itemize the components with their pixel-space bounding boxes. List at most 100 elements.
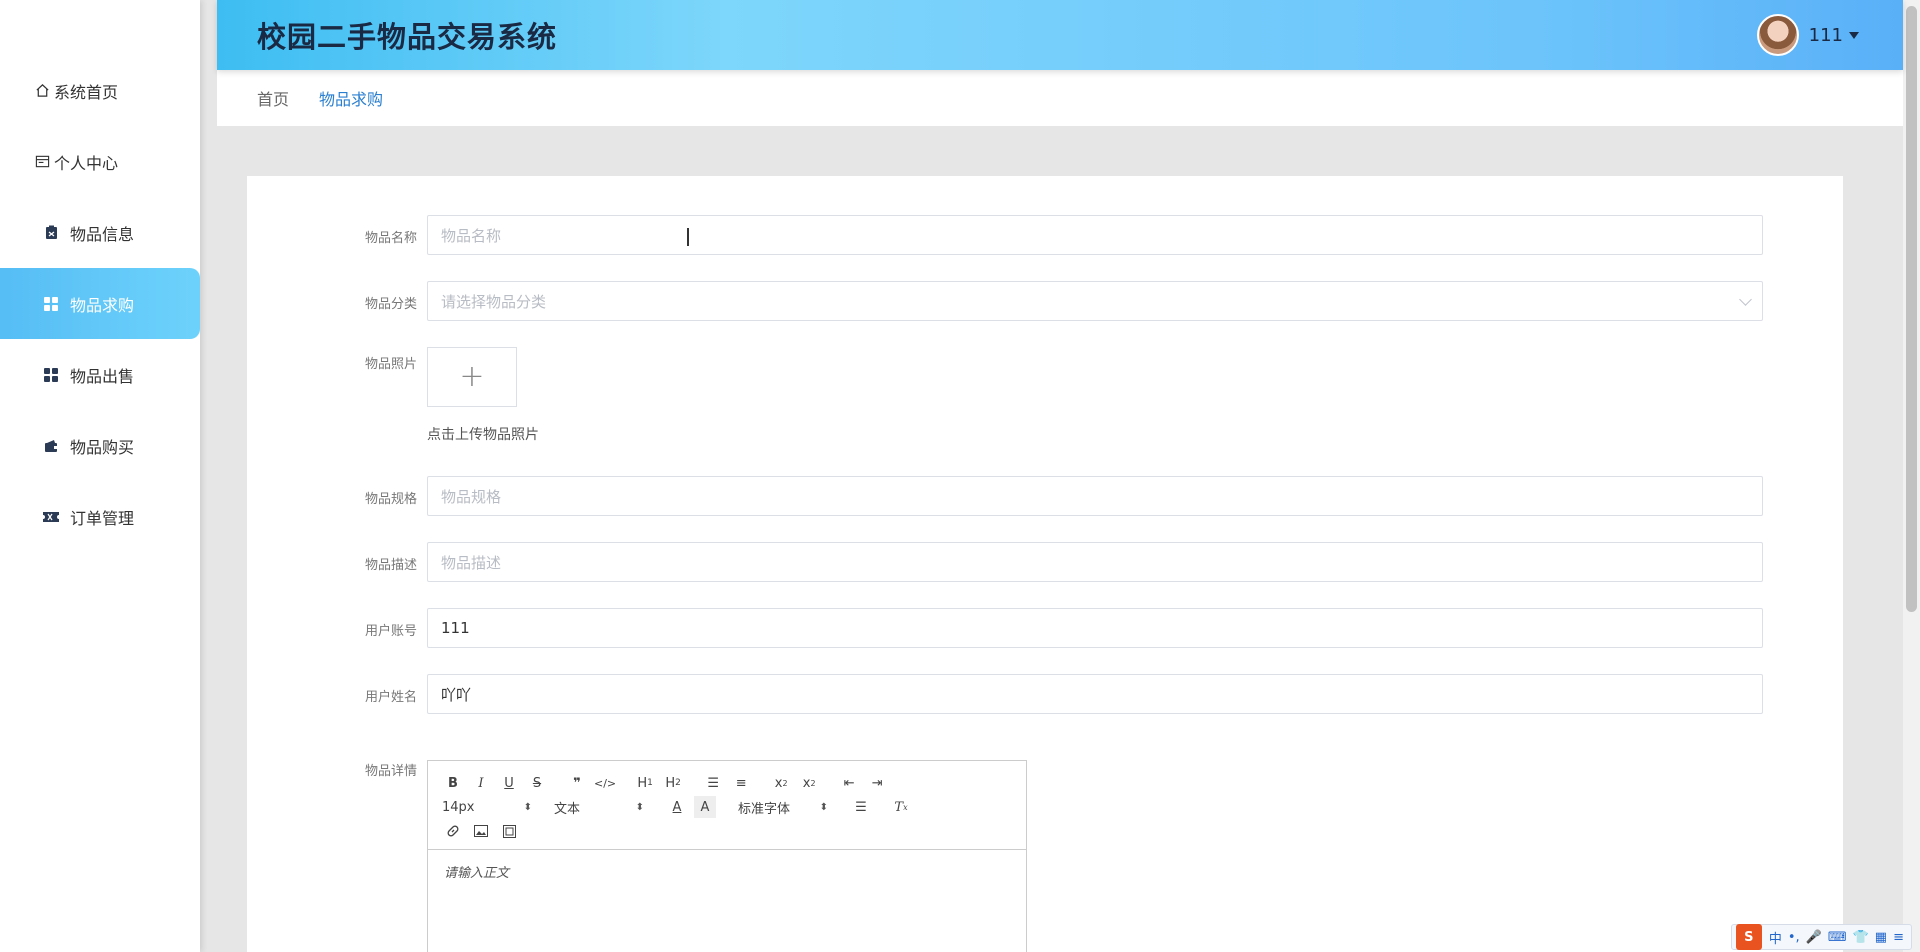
toolbox-icon[interactable]: ▦ xyxy=(1875,930,1887,945)
background-color-icon[interactable]: A xyxy=(694,796,716,818)
photo-upload-button[interactable]: + xyxy=(427,347,517,407)
sidebar: 系统首页 个人中心 物品信息 物品求购 物品出售 物品购买 订单管理 xyxy=(0,0,200,952)
input-value: 吖吖 xyxy=(441,685,472,704)
field-label: 用户姓名 xyxy=(364,690,417,705)
sidebar-item-label: 个人中心 xyxy=(54,153,119,173)
breadcrumb-current: 物品求购 xyxy=(319,90,384,109)
font-size-value: 14px xyxy=(442,799,475,815)
skin-icon[interactable]: 👕 xyxy=(1853,930,1869,945)
editor-content[interactable]: 请输入正文 xyxy=(428,850,1026,893)
italic-icon[interactable]: I xyxy=(470,772,492,794)
item-desc-input[interactable]: 物品描述 xyxy=(427,542,1763,582)
header-type-select[interactable]: 文本 ⬍ xyxy=(554,798,644,817)
clear-format-icon[interactable]: Tx xyxy=(890,796,912,818)
image-icon[interactable] xyxy=(470,820,492,842)
user-account-input[interactable]: 111 xyxy=(427,608,1763,648)
updown-arrow-icon: ⬍ xyxy=(635,801,644,813)
underline-icon[interactable]: U xyxy=(498,772,520,794)
user-name[interactable]: 111 xyxy=(1809,25,1843,46)
subscript-icon[interactable]: x2 xyxy=(770,772,792,794)
clipboard-icon xyxy=(43,225,59,241)
field-label: 物品描述 xyxy=(364,558,417,573)
updown-arrow-icon: ⬍ xyxy=(819,801,828,813)
keyboard-icon[interactable]: ⌨ xyxy=(1828,930,1847,945)
header-2-icon[interactable]: H2 xyxy=(662,772,684,794)
grid-icon xyxy=(43,296,59,312)
align-icon[interactable]: ☰ xyxy=(850,796,872,818)
header-1-icon[interactable]: H1 xyxy=(634,772,656,794)
scrollbar-thumb[interactable] xyxy=(1906,6,1917,612)
top-header: 校园二手物品交易系统 111 xyxy=(217,0,1903,70)
field-label: 物品规格 xyxy=(364,492,417,507)
field-label: 用户账号 xyxy=(364,624,417,639)
input-value: 111 xyxy=(441,619,470,637)
placeholder-text: 物品描述 xyxy=(441,553,502,572)
ime-toolbar[interactable]: S 中 •, 🎤 ⌨ 👕 ▦ ≡ xyxy=(1730,924,1912,950)
ordered-list-icon[interactable]: ☰ xyxy=(702,772,724,794)
wallet-icon xyxy=(43,438,59,454)
breadcrumb-home[interactable]: 首页 xyxy=(257,86,289,110)
editor-toolbar: B I U S ❞ </> H1 H2 ☰ ≡ x2 x2 ⇤ ⇥ 14px ⬍ xyxy=(428,761,1026,850)
avatar[interactable] xyxy=(1756,14,1799,56)
sidebar-item-label: 物品信息 xyxy=(70,224,135,244)
ime-mode[interactable]: 中 xyxy=(1769,928,1782,947)
sidebar-item-label: 物品求购 xyxy=(70,295,135,315)
sidebar-item-home[interactable]: 系统首页 xyxy=(0,55,200,126)
field-label: 物品名称 xyxy=(364,231,417,246)
sidebar-item-profile[interactable]: 个人中心 xyxy=(0,126,200,197)
text-type-value: 文本 xyxy=(554,801,581,817)
bold-icon[interactable]: B xyxy=(442,772,464,794)
font-family-select[interactable]: 标准字体 ⬍ xyxy=(738,798,828,817)
profile-card-icon xyxy=(34,154,50,170)
font-family-value: 标准字体 xyxy=(738,801,791,817)
sidebar-item-item-info[interactable]: 物品信息 xyxy=(0,197,200,268)
upload-tip: 点击上传物品照片 xyxy=(427,427,539,443)
outdent-icon[interactable]: ⇤ xyxy=(838,772,860,794)
item-name-input[interactable]: 物品名称 xyxy=(427,215,1763,255)
code-block-icon[interactable]: </> xyxy=(594,772,616,794)
user-menu[interactable]: 111 xyxy=(1756,14,1859,56)
user-name-input[interactable]: 吖吖 xyxy=(427,674,1763,714)
microphone-icon[interactable]: 🎤 xyxy=(1806,930,1822,945)
sidebar-item-label: 订单管理 xyxy=(70,508,135,528)
scrollbar[interactable] xyxy=(1903,0,1920,952)
field-label: 物品分类 xyxy=(364,297,417,312)
placeholder-text: 物品名称 xyxy=(441,226,502,245)
text-cursor-icon xyxy=(687,228,689,246)
sidebar-item-sell[interactable]: 物品出售 xyxy=(0,339,200,410)
video-icon[interactable] xyxy=(498,820,520,842)
sogou-logo-icon[interactable]: S xyxy=(1735,924,1762,950)
home-icon xyxy=(34,83,50,99)
caret-down-icon[interactable] xyxy=(1849,31,1859,39)
sidebar-item-orders[interactable]: 订单管理 xyxy=(0,481,200,552)
bullet-list-icon[interactable]: ≡ xyxy=(730,772,752,794)
placeholder-text: 物品规格 xyxy=(441,487,502,506)
grid-icon xyxy=(43,367,59,383)
blockquote-icon[interactable]: ❞ xyxy=(566,772,588,794)
sidebar-item-label: 物品出售 xyxy=(70,366,135,386)
item-spec-input[interactable]: 物品规格 xyxy=(427,476,1763,516)
link-icon[interactable] xyxy=(442,820,464,842)
ticket-icon xyxy=(43,509,59,525)
placeholder-text: 请选择物品分类 xyxy=(441,292,547,311)
sidebar-item-buy[interactable]: 物品购买 xyxy=(0,410,200,481)
rich-text-editor: B I U S ❞ </> H1 H2 ☰ ≡ x2 x2 ⇤ ⇥ 14px ⬍ xyxy=(427,760,1027,952)
updown-arrow-icon: ⬍ xyxy=(523,801,532,813)
category-select[interactable]: 请选择物品分类 xyxy=(427,281,1763,321)
indent-icon[interactable]: ⇥ xyxy=(866,772,888,794)
more-icon[interactable]: ≡ xyxy=(1893,930,1904,945)
punctuation-icon[interactable]: •, xyxy=(1788,930,1800,945)
form-card: 物品名称 物品名称 物品分类 请选择物品分类 物品照片 + 点击上传物品照片 物… xyxy=(247,176,1843,952)
sidebar-item-label: 系统首页 xyxy=(54,82,119,102)
strikethrough-icon[interactable]: S xyxy=(526,772,548,794)
plus-icon: + xyxy=(459,359,485,394)
field-label: 物品照片 xyxy=(364,357,417,372)
app-title: 校园二手物品交易系统 xyxy=(257,20,558,54)
sidebar-menu: 系统首页 个人中心 物品信息 物品求购 物品出售 物品购买 订单管理 xyxy=(0,55,200,552)
sidebar-item-label: 物品购买 xyxy=(70,437,135,457)
chevron-down-icon xyxy=(1739,293,1752,306)
superscript-icon[interactable]: x2 xyxy=(798,772,820,794)
font-color-icon[interactable]: A xyxy=(666,796,688,818)
sidebar-item-purchase-request[interactable]: 物品求购 xyxy=(0,268,200,339)
font-size-select[interactable]: 14px ⬍ xyxy=(442,800,532,815)
